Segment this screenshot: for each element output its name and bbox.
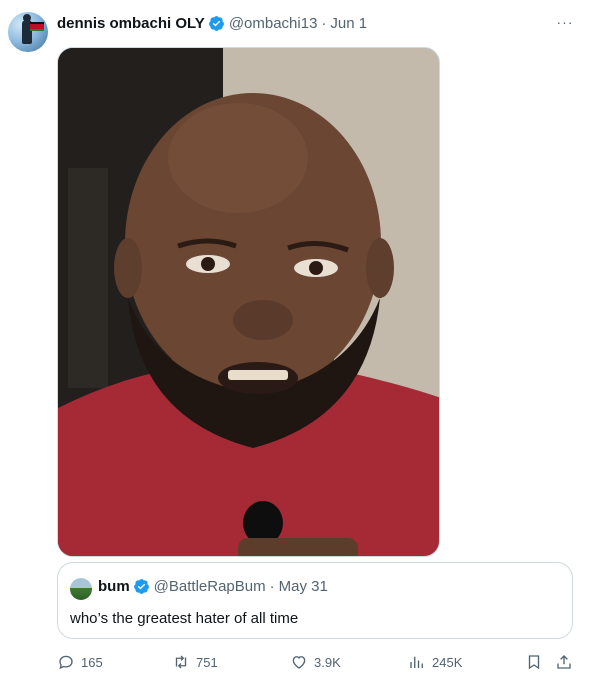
quoted-header: bum @BattleRapBum · May 31 bbox=[98, 578, 328, 595]
bookmark-button[interactable] bbox=[525, 650, 543, 674]
like-button[interactable]: 3.9K bbox=[290, 650, 341, 674]
reply-icon bbox=[59, 655, 73, 670]
action-bar: 165 751 3.9K 245K bbox=[0, 650, 599, 674]
verified-badge-icon bbox=[208, 15, 224, 31]
tweet[interactable]: dennis ombachi OLY @ombachi13 · Jun 1 ··… bbox=[0, 0, 599, 683]
quoted-display-name[interactable]: bum bbox=[98, 578, 130, 595]
views-button[interactable]: 245K bbox=[408, 650, 462, 674]
retweet-count: 751 bbox=[196, 654, 218, 670]
author-display-name[interactable]: dennis ombachi OLY bbox=[57, 15, 205, 32]
views-count: 245K bbox=[432, 654, 463, 670]
quoted-text: who’s the greatest hater of all time bbox=[70, 610, 299, 627]
header-separator: · bbox=[321, 14, 327, 32]
tweet-header: dennis ombachi OLY @ombachi13 · Jun 1 bbox=[57, 13, 367, 33]
quoted-handle[interactable]: @BattleRapBum bbox=[154, 578, 266, 595]
author-handle[interactable]: @ombachi13 bbox=[229, 15, 318, 32]
bookmark-icon bbox=[528, 655, 540, 670]
views-icon bbox=[410, 656, 423, 668]
reply-count: 165 bbox=[81, 654, 103, 670]
verified-badge-icon bbox=[133, 579, 149, 594]
author-avatar[interactable] bbox=[8, 12, 48, 52]
quoted-separator: · bbox=[269, 578, 275, 595]
tweet-date[interactable]: Jun 1 bbox=[330, 15, 367, 32]
share-button[interactable] bbox=[555, 650, 573, 674]
quoted-avatar[interactable] bbox=[70, 578, 92, 600]
video-frame bbox=[58, 48, 439, 556]
like-count: 3.9K bbox=[314, 654, 341, 670]
reply-button[interactable]: 165 bbox=[57, 650, 103, 674]
tweet-media-video[interactable] bbox=[57, 47, 440, 557]
quoted-tweet[interactable]: bum @BattleRapBum · May 31 who’s the gre… bbox=[57, 562, 573, 639]
like-icon bbox=[292, 656, 306, 669]
quoted-date[interactable]: May 31 bbox=[279, 578, 328, 595]
avatar-flag bbox=[30, 22, 44, 31]
retweet-button[interactable]: 751 bbox=[172, 650, 218, 674]
share-icon bbox=[557, 655, 571, 669]
more-icon[interactable]: ··· bbox=[553, 12, 577, 32]
retweet-icon bbox=[175, 655, 187, 669]
